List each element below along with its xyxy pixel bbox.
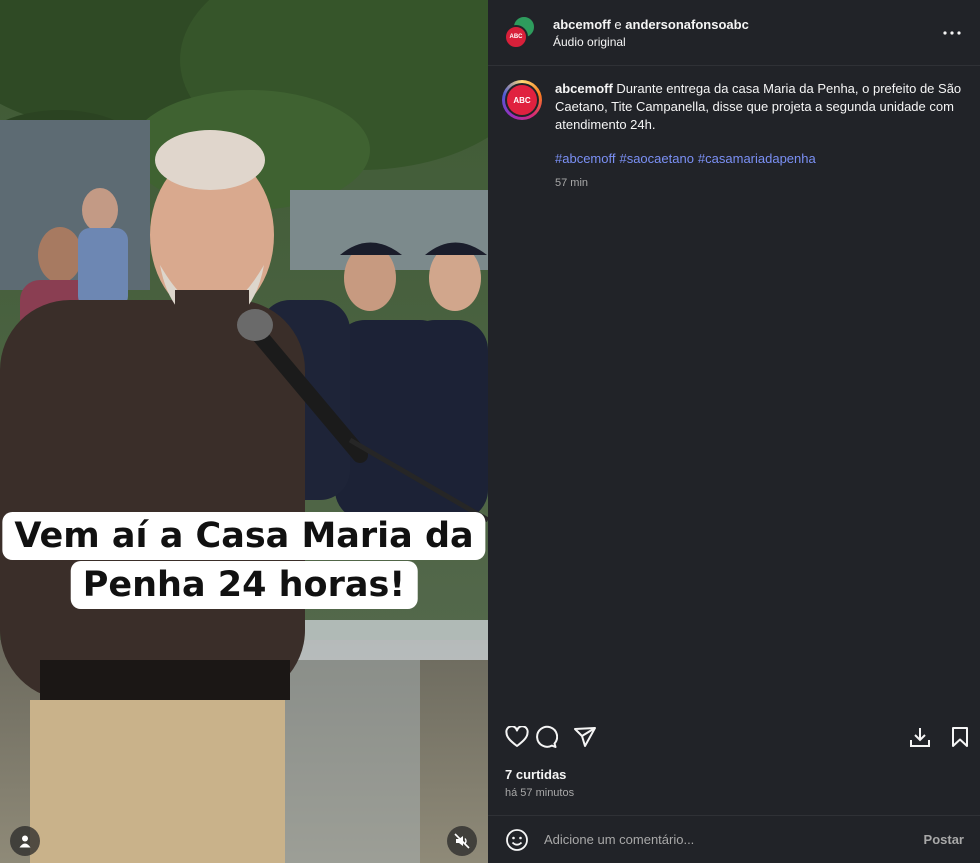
video-caption-line-1: Vem aí a Casa Maria da	[2, 512, 486, 560]
caption-text: abcemoff Durante entrega da casa Maria d…	[555, 80, 964, 134]
caption-time: 57 min	[555, 177, 589, 189]
avatar-logo: ABC	[509, 33, 523, 40]
audio-link[interactable]: Áudio original	[553, 35, 940, 49]
tagged-user-button[interactable]	[10, 826, 40, 856]
share-button[interactable]	[570, 722, 600, 752]
comment-button-icon-wrap[interactable]	[531, 722, 561, 752]
post-caption: ABC abcemoff Durante entrega da casa Mar…	[488, 66, 980, 192]
like-button[interactable]	[502, 722, 532, 752]
caption-message: Durante entrega da casa Maria da Penha, …	[555, 81, 962, 132]
hashtags: #abcemoff #saocaetano #casamariadapenha	[555, 150, 964, 168]
like-count[interactable]: 7 curtidas	[505, 767, 566, 782]
post-age: há 57 minutos	[505, 787, 575, 799]
comment-bubble-icon	[536, 725, 558, 748]
avatar-logo: ABC	[507, 85, 537, 115]
heart-icon	[505, 726, 529, 747]
author-link[interactable]: abcemoff	[553, 17, 611, 32]
send-icon	[574, 727, 596, 747]
save-button[interactable]	[945, 722, 975, 752]
mute-button[interactable]	[447, 826, 477, 856]
collab-avatars[interactable]: ABC	[504, 14, 540, 51]
bookmark-icon	[952, 727, 968, 747]
comment-input[interactable]	[544, 832, 924, 847]
caption-username[interactable]: abcemoff	[555, 81, 613, 96]
author-names: abcemoff e andersonafonsoabc	[553, 17, 940, 32]
comment-bar: Postar	[488, 815, 980, 863]
post-header: ABC abcemoff e andersonafonsoabc Áudio o…	[488, 0, 980, 66]
coauthor-link[interactable]: andersonafonsoabc	[625, 17, 749, 32]
download-button[interactable]	[905, 722, 935, 752]
hashtag-link[interactable]: #saocaetano	[619, 151, 693, 166]
more-options-icon	[943, 30, 961, 35]
caption-body: abcemoff Durante entrega da casa Maria d…	[555, 80, 964, 192]
more-options-button[interactable]	[940, 21, 964, 45]
reel-viewer: Vem aí a Casa Maria da Penha 24 horas! A…	[0, 0, 980, 863]
emoji-icon	[506, 828, 528, 851]
reel-video[interactable]: Vem aí a Casa Maria da Penha 24 horas!	[0, 0, 488, 863]
post-panel: ABC abcemoff e andersonafonsoabc Áudio o…	[488, 0, 980, 863]
download-icon	[910, 728, 930, 747]
avatar: ABC	[504, 24, 528, 49]
hashtag-link[interactable]: #casamariadapenha	[698, 151, 816, 166]
user-icon	[19, 835, 31, 848]
avatar-inner: ABC	[505, 83, 539, 117]
muted-speaker-icon	[454, 833, 470, 849]
hashtag-link[interactable]: #abcemoff	[555, 151, 615, 166]
avatar[interactable]: ABC	[502, 80, 542, 120]
video-caption-line-2: Penha 24 horas!	[70, 561, 418, 609]
author-conjunction: e	[614, 16, 622, 32]
video-frame	[0, 0, 488, 863]
action-bar	[488, 722, 980, 752]
post-comment-button[interactable]: Postar	[924, 832, 964, 847]
header-text: abcemoff e andersonafonsoabc Áudio origi…	[553, 17, 940, 49]
emoji-button[interactable]	[504, 827, 530, 853]
